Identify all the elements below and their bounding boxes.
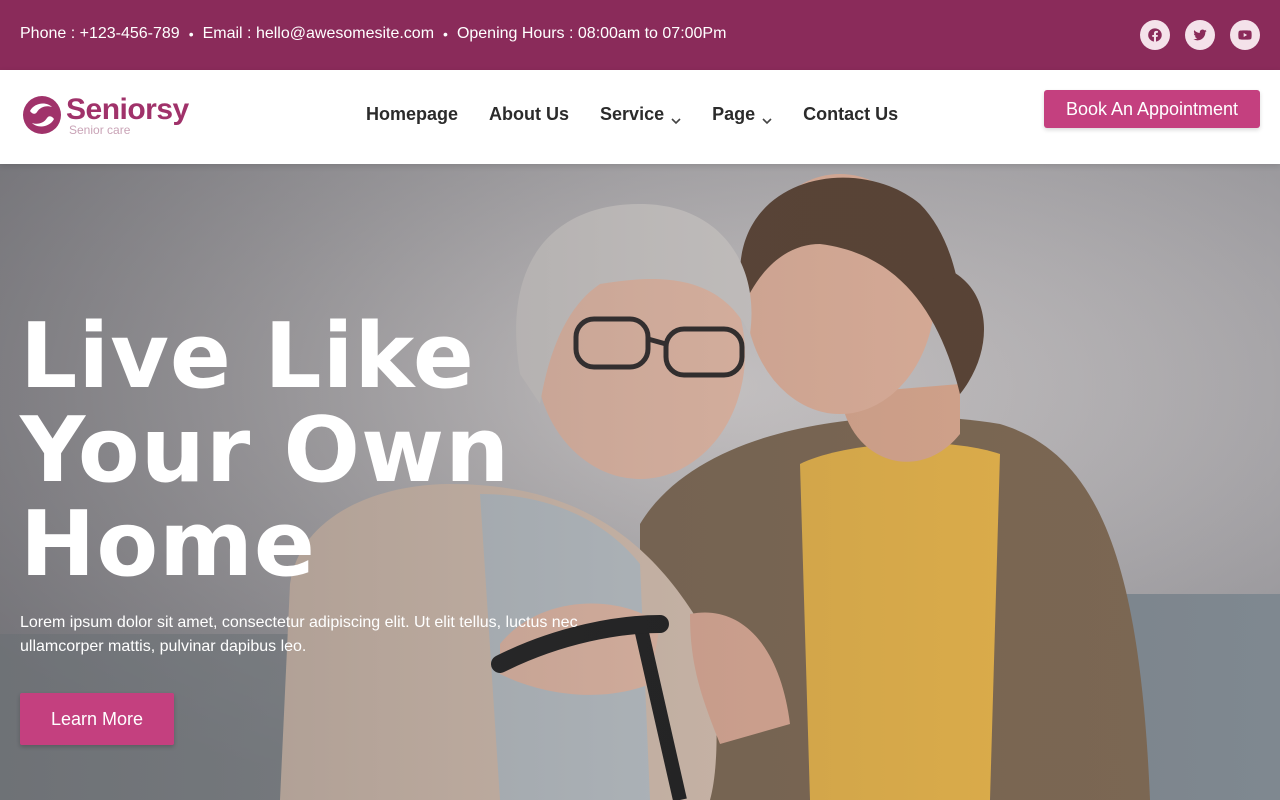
brand-name: Seniorsy (66, 93, 189, 126)
logo-mark-icon (23, 96, 61, 134)
separator-dot: • (443, 26, 448, 42)
email-text: Email : hello@awesomesite.com (202, 25, 435, 42)
phone-text: Phone : +123-456-789 (20, 25, 180, 42)
nav-item-about-us[interactable]: About Us (489, 104, 569, 125)
youtube-link[interactable] (1230, 20, 1260, 50)
chevron-down-icon (671, 110, 681, 124)
facebook-icon (1148, 28, 1162, 42)
nav-item-label: Homepage (366, 104, 459, 124)
learn-more-button[interactable]: Learn More (20, 693, 174, 745)
nav-item-service[interactable]: Service (600, 104, 681, 125)
hero-subtext: Lorem ipsum dolor sit amet, consectetur … (20, 614, 578, 655)
opening-hours-text: Opening Hours : 08:00am to 07:00Pm (456, 25, 727, 42)
social-links (1140, 20, 1260, 50)
nav-item-label: Page (712, 104, 756, 124)
hero-headline-line: Live Like (20, 304, 475, 409)
nav-item-label: Service (600, 104, 665, 124)
main-header: Seniorsy Senior care Homepage About Us S… (0, 70, 1280, 164)
separator-dot: • (188, 26, 194, 42)
contact-info: Phone : +123-456-789 • Email : hello@awe… (20, 0, 726, 70)
brand-logo[interactable]: Seniorsy Senior care (22, 95, 189, 136)
nav-item-page[interactable]: Page (712, 104, 772, 125)
hero-section: Live Like Your Own Home Lorem ipsum dolo… (0, 164, 1280, 800)
hero-headline: Live Like Your Own Home (20, 310, 620, 592)
twitter-icon (1193, 29, 1207, 41)
book-appointment-button[interactable]: Book An Appointment (1044, 90, 1260, 128)
main-nav: Homepage About Us Service Page Contact U… (366, 104, 929, 125)
nav-item-label: About Us (489, 104, 570, 124)
nav-item-label: Contact Us (803, 104, 899, 124)
hero-headline-line: Home (20, 492, 316, 597)
twitter-link[interactable] (1185, 20, 1215, 50)
youtube-icon (1238, 30, 1252, 40)
facebook-link[interactable] (1140, 20, 1170, 50)
top-info-bar: Phone : +123-456-789 • Email : hello@awe… (0, 0, 1280, 70)
nav-item-homepage[interactable]: Homepage (366, 104, 458, 125)
nav-item-contact-us[interactable]: Contact Us (803, 104, 898, 125)
hero-headline-line: Your Own (20, 398, 511, 503)
chevron-down-icon (762, 110, 772, 124)
